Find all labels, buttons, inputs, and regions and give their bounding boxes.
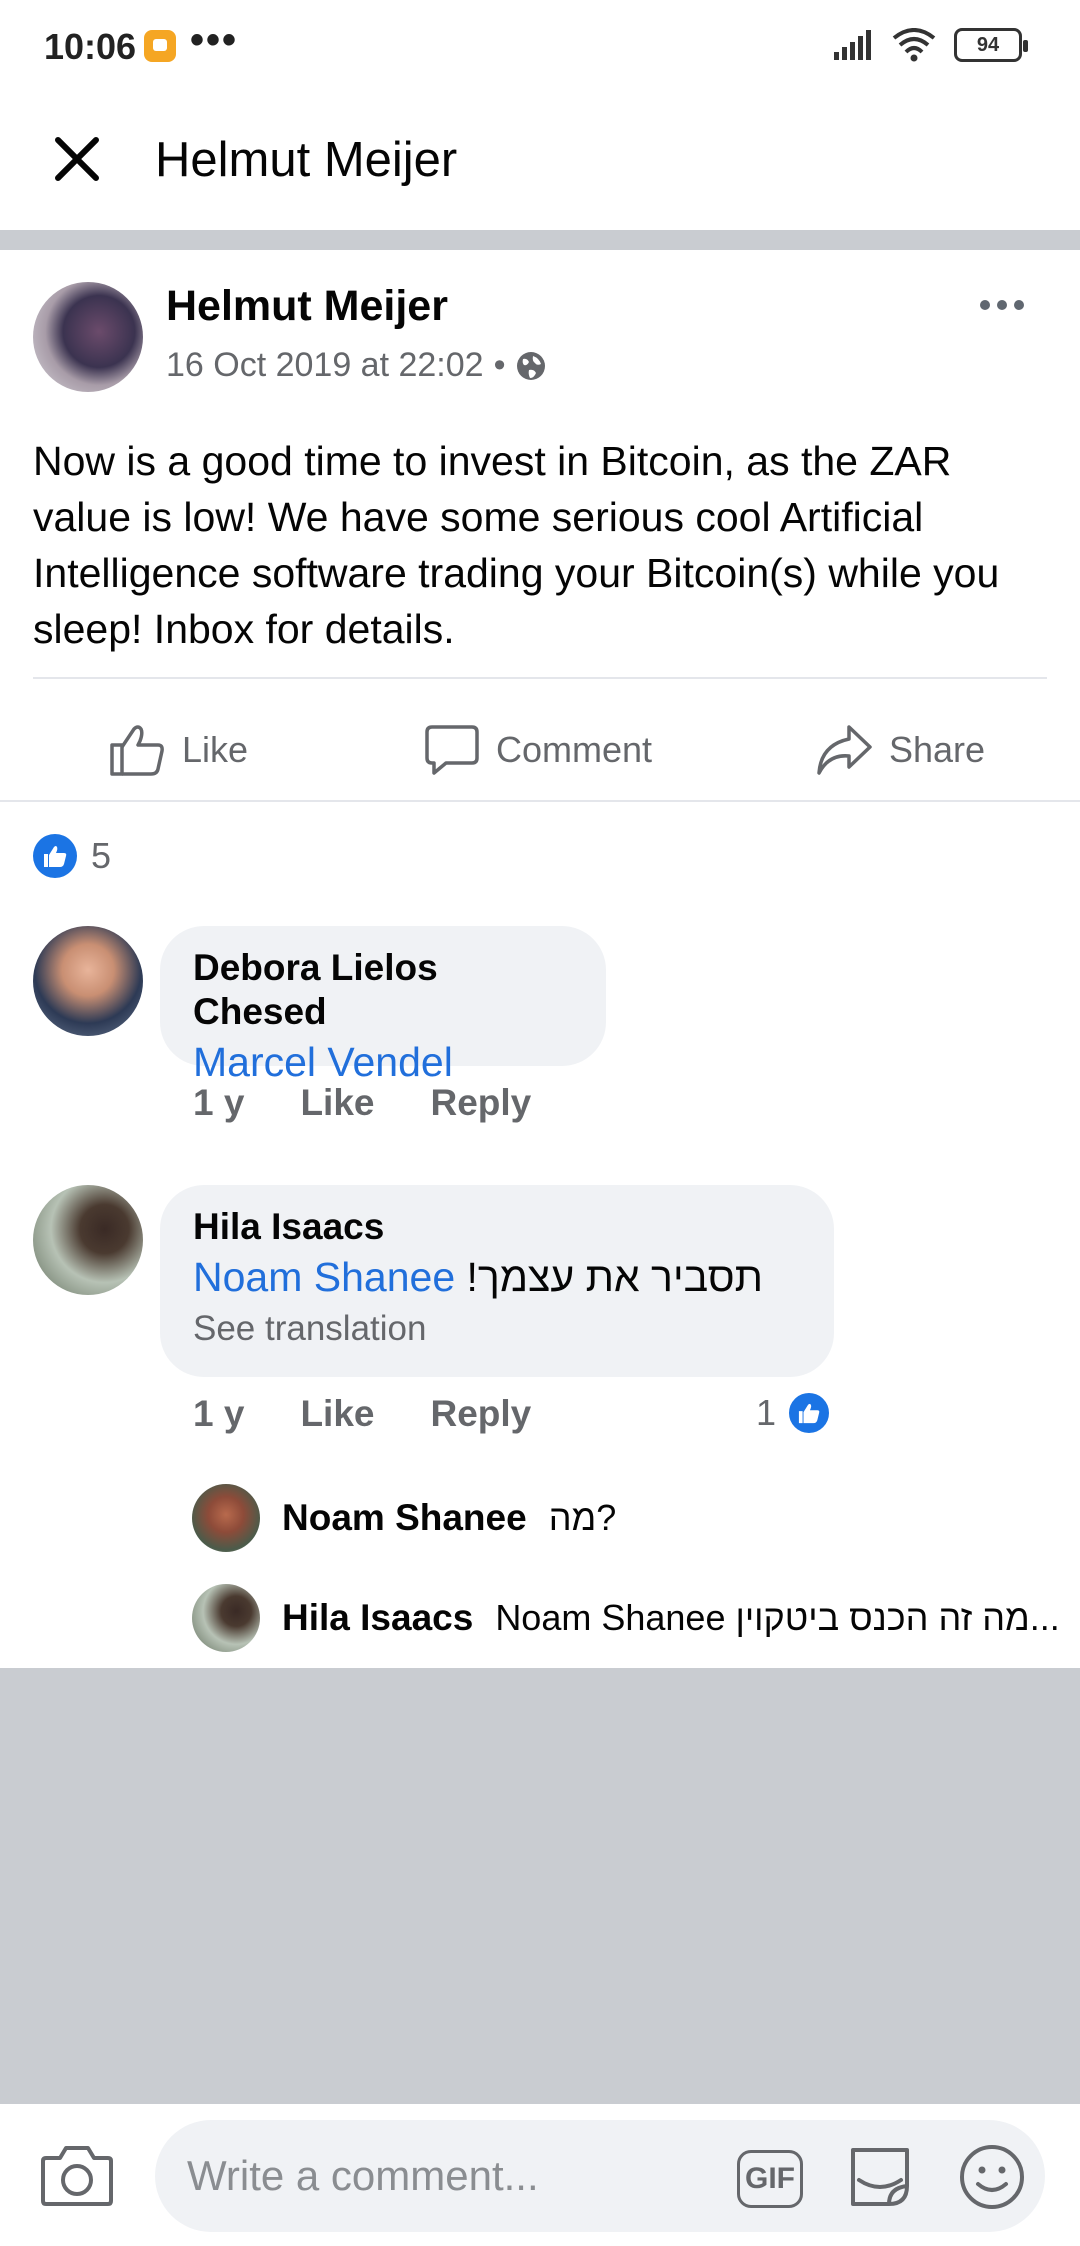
comment-icon bbox=[425, 725, 479, 775]
comment-text: Noam Shanee תסביר את עצמך! bbox=[193, 1249, 801, 1305]
reply-text: מה? bbox=[548, 1497, 617, 1538]
post-author[interactable]: Helmut Meijer bbox=[166, 282, 448, 331]
empty-area bbox=[0, 1668, 1080, 2104]
comment-reaction-count: 1 bbox=[756, 1392, 777, 1433]
share-icon bbox=[817, 725, 872, 775]
meta-separator: • bbox=[493, 346, 506, 384]
comment-time[interactable]: 1 y bbox=[193, 1393, 244, 1435]
gif-button[interactable]: GIF bbox=[737, 2150, 803, 2208]
status-bar: 10:06 ••• 94 bbox=[0, 0, 1080, 96]
comment-actions: 1 y Like Reply bbox=[193, 1393, 531, 1435]
comment-like-button[interactable]: Like bbox=[300, 1393, 374, 1435]
like-button[interactable]: Like bbox=[108, 710, 248, 790]
wifi-icon bbox=[892, 28, 936, 62]
sticker-button[interactable] bbox=[845, 2142, 915, 2212]
dot bbox=[1014, 300, 1024, 310]
reply-author[interactable]: Noam Shanee bbox=[282, 1497, 527, 1539]
close-icon bbox=[55, 137, 99, 181]
divider bbox=[0, 800, 1080, 802]
comment-author[interactable]: Hila Isaacs bbox=[193, 1205, 801, 1249]
reply-item[interactable]: Hila Isaacs Noam Shanee מה זה הכנס ביטקו… bbox=[192, 1584, 1060, 1652]
reply-item[interactable]: Noam Shanee מה? bbox=[192, 1484, 616, 1552]
page-title: Helmut Meijer bbox=[155, 133, 458, 187]
comment-like-button[interactable]: Like bbox=[300, 1082, 374, 1124]
close-button[interactable] bbox=[42, 124, 112, 194]
post: Helmut Meijer 16 Oct 2019 at 22:02 • Now… bbox=[0, 250, 1080, 802]
post-text: Now is a good time to invest in Bitcoin,… bbox=[33, 438, 1000, 652]
reactions-summary[interactable]: 5 bbox=[33, 834, 111, 878]
sticker-icon bbox=[851, 2148, 909, 2206]
divider bbox=[33, 677, 1047, 679]
emoji-icon bbox=[960, 2145, 1024, 2209]
mention-link[interactable]: Marcel Vendel bbox=[193, 1039, 453, 1085]
comment-author[interactable]: Debora Lielos Chesed bbox=[193, 946, 573, 1034]
camera-button[interactable] bbox=[40, 2142, 114, 2208]
battery-icon: 94 bbox=[954, 28, 1028, 62]
avatar[interactable] bbox=[192, 1584, 260, 1652]
header: Helmut Meijer bbox=[0, 96, 1080, 230]
comment-composer: GIF bbox=[0, 2104, 1080, 2246]
comment-input[interactable] bbox=[187, 2120, 707, 2232]
status-time: 10:06 bbox=[44, 26, 137, 67]
avatar[interactable] bbox=[33, 926, 143, 1036]
see-translation-link[interactable]: See translation bbox=[193, 1307, 801, 1351]
signal-icon bbox=[834, 30, 871, 60]
section-divider bbox=[0, 230, 1080, 250]
camera-icon bbox=[41, 2146, 113, 2206]
like-icon bbox=[110, 725, 164, 776]
post-actions: Like Comment Share bbox=[0, 710, 1080, 790]
notification-app-icon bbox=[144, 30, 176, 62]
post-date[interactable]: 16 Oct 2019 at 22:02 bbox=[166, 346, 484, 385]
share-button[interactable]: Share bbox=[815, 710, 985, 790]
reaction-count: 5 bbox=[91, 835, 112, 876]
like-reaction-icon bbox=[786, 1390, 833, 1436]
reply-text: Noam Shanee מה זה הכנס ביטקוין... bbox=[495, 1597, 1060, 1638]
more-notifications-icon: ••• bbox=[190, 18, 239, 62]
avatar[interactable] bbox=[33, 1185, 143, 1295]
post-meta: 16 Oct 2019 at 22:02 • bbox=[166, 346, 547, 385]
comment-reply-button[interactable]: Reply bbox=[430, 1393, 531, 1435]
comment-button[interactable]: Comment bbox=[424, 710, 652, 790]
avatar[interactable] bbox=[192, 1484, 260, 1552]
reply-author[interactable]: Hila Isaacs bbox=[282, 1597, 473, 1639]
comment-bubble[interactable]: Hila Isaacs Noam Shanee תסביר את עצמך! S… bbox=[160, 1185, 834, 1377]
comment-input-box: GIF bbox=[155, 2120, 1045, 2232]
emoji-button[interactable] bbox=[957, 2142, 1027, 2212]
dot bbox=[980, 300, 990, 310]
more-options-button[interactable] bbox=[972, 290, 1032, 320]
comment-bubble[interactable]: Debora Lielos Chesed Marcel Vendel bbox=[160, 926, 606, 1085]
globe-icon bbox=[517, 351, 546, 380]
comment-time[interactable]: 1 y bbox=[193, 1082, 244, 1124]
dot bbox=[997, 300, 1007, 310]
comment-body: תסביר את עצמך! bbox=[466, 1254, 763, 1300]
comment-label: Comment bbox=[496, 729, 653, 770]
comment-actions: 1 y Like Reply bbox=[193, 1082, 531, 1124]
share-label: Share bbox=[889, 729, 986, 770]
avatar[interactable] bbox=[33, 282, 143, 392]
comment-reactions[interactable]: 1 bbox=[756, 1390, 833, 1436]
comment-reply-button[interactable]: Reply bbox=[430, 1082, 531, 1124]
status-icons: 94 bbox=[832, 28, 1028, 62]
mention-link[interactable]: Noam Shanee bbox=[193, 1254, 455, 1300]
like-reaction-icon bbox=[33, 834, 77, 878]
like-label: Like bbox=[182, 729, 249, 770]
